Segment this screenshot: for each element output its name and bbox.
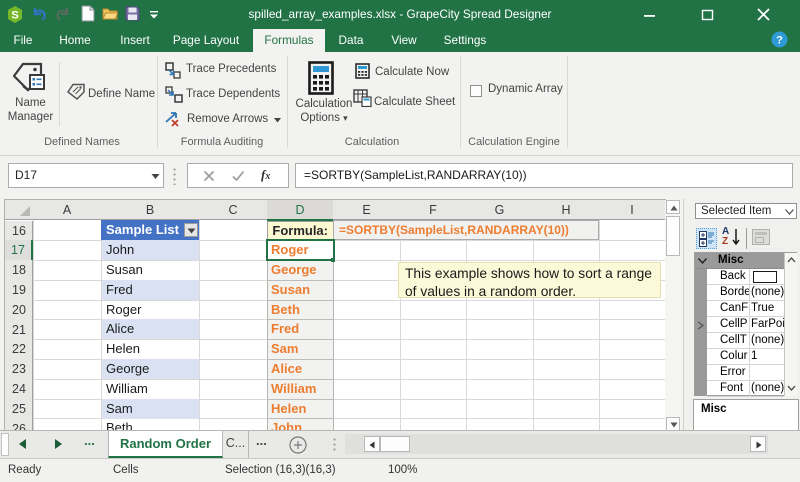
svg-text:?: ? <box>776 35 783 47</box>
